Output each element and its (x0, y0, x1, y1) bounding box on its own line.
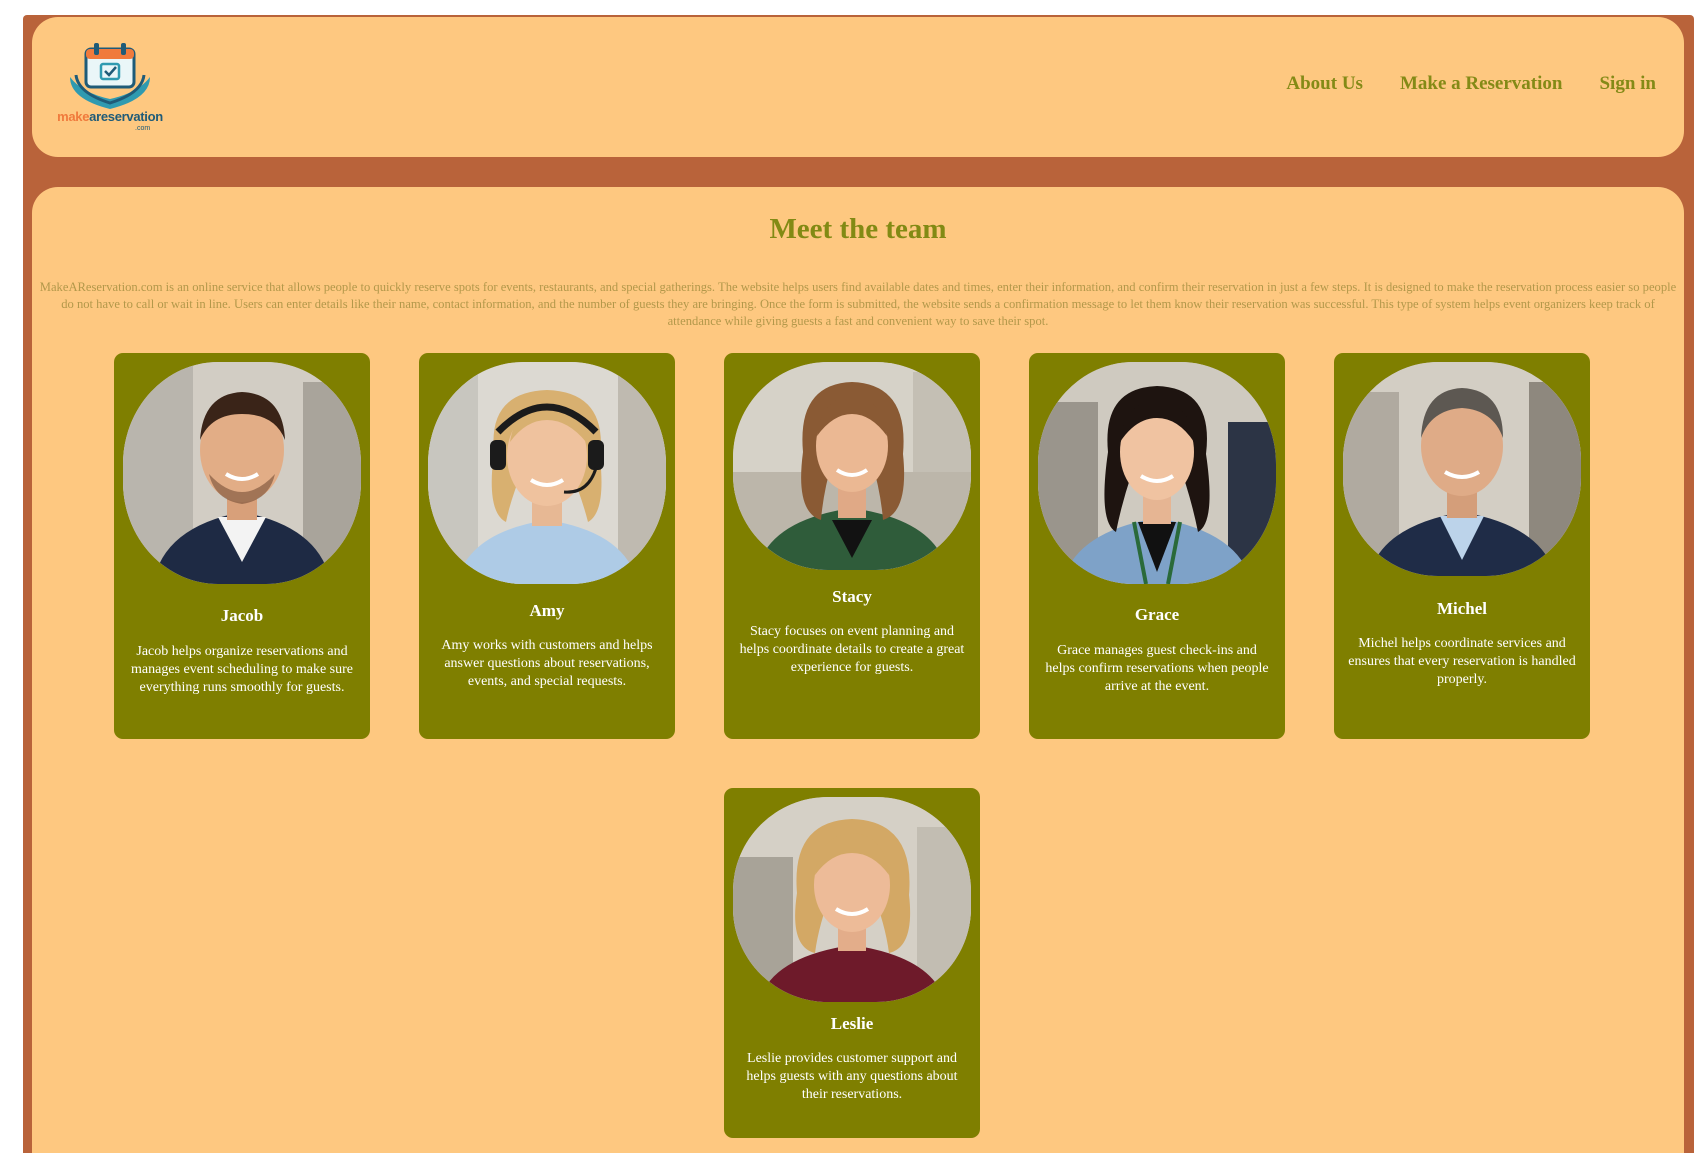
stacy-photo (733, 362, 971, 570)
card-description: Leslie provides customer support and hel… (746, 1051, 958, 1102)
nav-about-us[interactable]: About Us (1286, 73, 1363, 95)
team-card-amy: Amy Amy works with customers and helps a… (419, 353, 675, 739)
logo-text-areservation: areservation (89, 109, 163, 124)
card-description: Jacob helps organize reservations and ma… (131, 644, 353, 695)
card-name: Michel (1436, 599, 1488, 618)
site-logo[interactable]: makeareservation .com (45, 39, 185, 139)
main-nav: About Us Make a Reservation Sign in (1286, 73, 1656, 95)
card-name: Amy (529, 601, 565, 620)
page-frame: makeareservation .com About Us Make a Re… (23, 15, 1694, 1153)
calendar-heart-logo-icon (70, 43, 150, 109)
logo-wordmark: makeareservation (45, 109, 175, 124)
team-card-jacob: Jacob Jacob helps organize reservations … (114, 353, 370, 739)
card-name: Leslie (830, 1014, 874, 1033)
team-section: Meet the team MakeAReservation.com is an… (32, 187, 1684, 1153)
jacob-photo (123, 362, 361, 584)
card-name: Stacy (832, 587, 872, 606)
team-card-michel: Michel Michel helps coordinate services … (1334, 353, 1590, 739)
card-description: Michel helps coordinate services and ens… (1348, 636, 1576, 687)
card-description: Stacy focuses on event planning and help… (739, 624, 965, 675)
team-card-leslie: Leslie Leslie provides customer support … (724, 788, 980, 1138)
nav-make-reservation[interactable]: Make a Reservation (1400, 73, 1563, 95)
amy-photo (428, 362, 666, 584)
logo-text-domain: .com (135, 125, 151, 132)
intro-paragraph: MakeAReservation.com is an online servic… (39, 280, 1677, 328)
leslie-photo (733, 797, 971, 1002)
grace-photo (1038, 362, 1276, 584)
nav-sign-in[interactable]: Sign in (1599, 73, 1656, 95)
card-description: Grace manages guest check-ins and helps … (1045, 643, 1269, 694)
michel-photo (1343, 362, 1581, 576)
page-title: Meet the team (769, 213, 947, 245)
card-name: Grace (1134, 605, 1180, 624)
site-header: makeareservation .com About Us Make a Re… (32, 17, 1684, 157)
logo-text-make: make (57, 109, 90, 124)
card-name: Jacob (220, 606, 264, 625)
card-description: Amy works with customers and helps answe… (441, 638, 653, 689)
team-card-stacy: Stacy Stacy focuses on event planning an… (724, 353, 980, 739)
team-card-grace: Grace Grace manages guest check-ins and … (1029, 353, 1285, 739)
